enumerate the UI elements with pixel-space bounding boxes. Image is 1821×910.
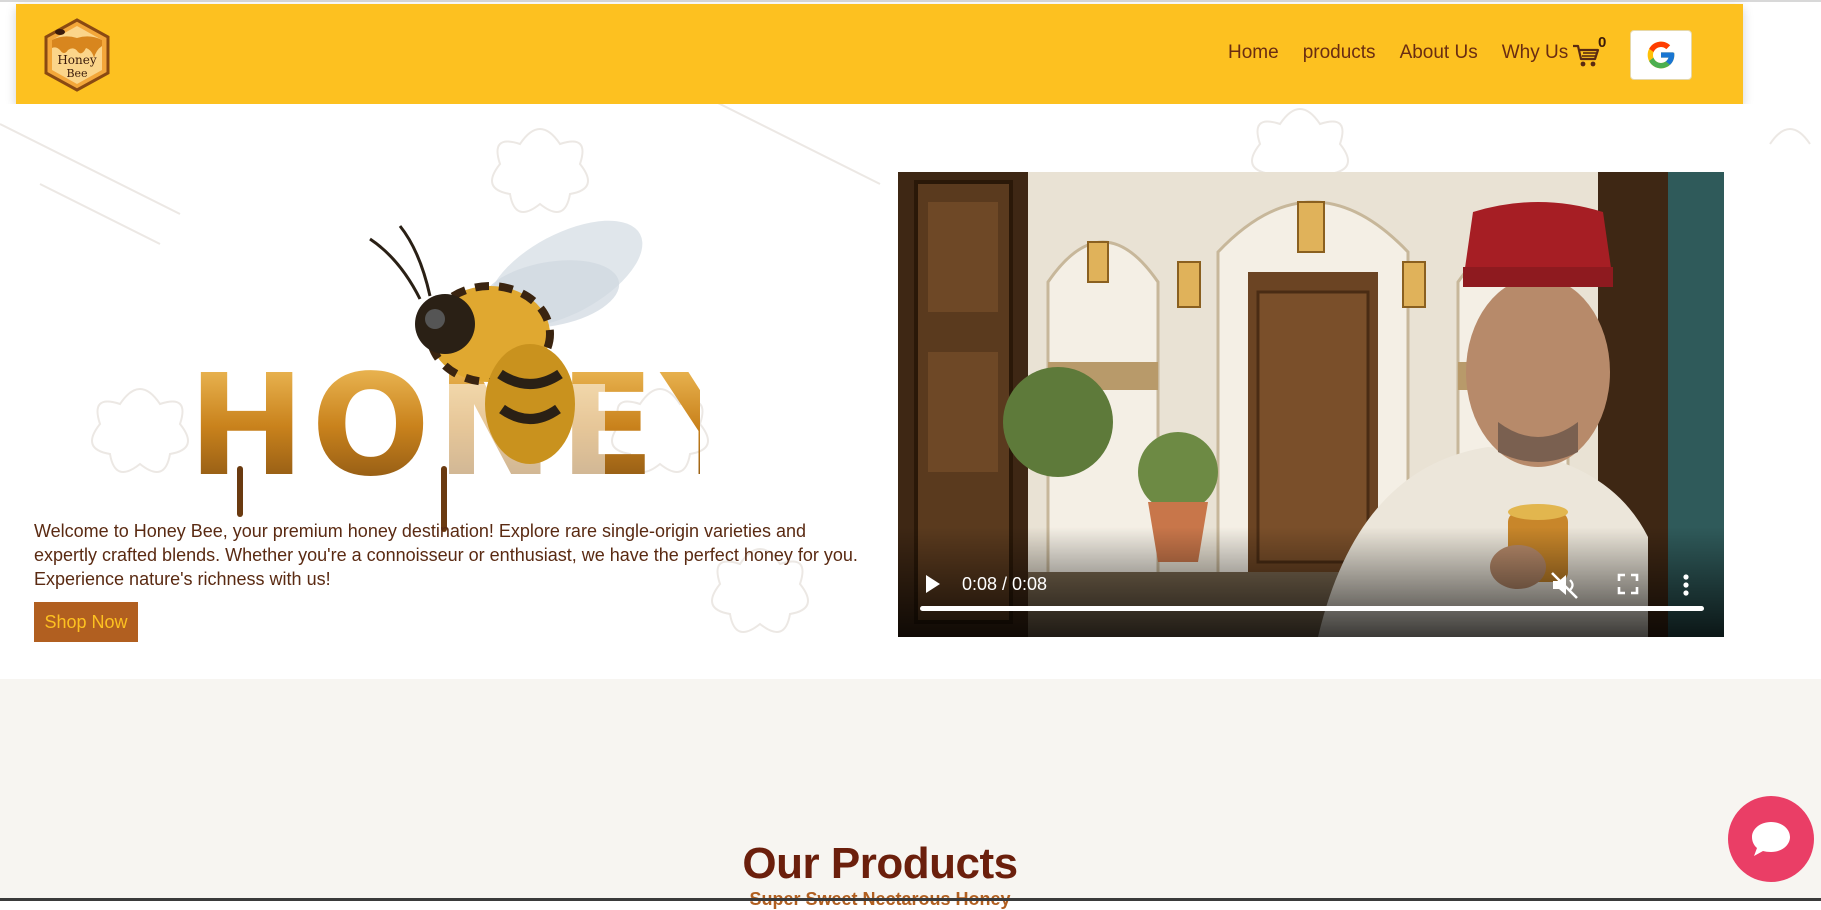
honey-bee-logo[interactable]: Honey Bee [38, 16, 116, 94]
nav-products[interactable]: products [1303, 42, 1376, 64]
products-section: Our Products Super Sweet Nectarous Honey [0, 679, 1821, 909]
hero-description: Welcome to Honey Bee, your premium honey… [34, 521, 858, 589]
logo-text-honey: Honey [57, 53, 97, 67]
hero-section: HONEY Welcome to Honey Bee, your premium… [0, 104, 1821, 679]
video-time-display: 0:08 / 0:08 [962, 574, 1048, 594]
chat-bubble-icon [1752, 822, 1790, 856]
shop-now-button[interactable]: Shop Now [34, 602, 138, 642]
navbar: Honey Bee Home products About Us Why Us … [16, 4, 1743, 104]
nav-links: Home products About Us Why Us [1228, 42, 1568, 64]
video-progress-bar[interactable] [920, 606, 1704, 611]
logo-text-bee: Bee [66, 67, 87, 80]
nav-why-us[interactable]: Why Us [1502, 42, 1569, 64]
cart-count-badge: 0 [1598, 34, 1607, 51]
nav-home[interactable]: Home [1228, 42, 1279, 64]
video-player[interactable]: 0:08 / 0:08 [898, 172, 1724, 637]
more-options-icon[interactable] [1680, 572, 1692, 598]
browser-top-border [0, 0, 1821, 2]
fullscreen-icon[interactable] [1616, 572, 1640, 596]
google-icon [1647, 41, 1675, 69]
play-icon[interactable] [920, 572, 944, 596]
google-login-button[interactable] [1630, 30, 1692, 80]
muted-volume-icon[interactable] [1550, 571, 1580, 599]
products-heading: Our Products [742, 839, 1018, 888]
nav-about-us[interactable]: About Us [1400, 42, 1478, 64]
chat-button[interactable] [1728, 796, 1814, 882]
